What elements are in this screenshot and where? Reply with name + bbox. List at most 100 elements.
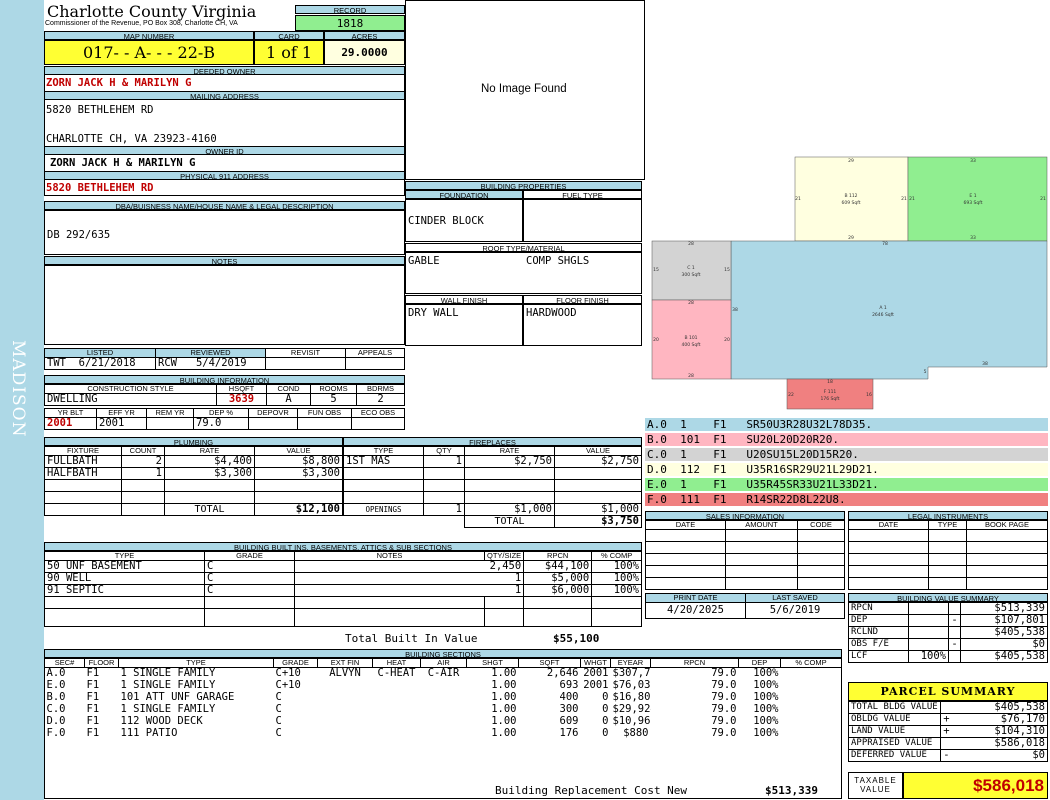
print-date-table: PRINT DATE LAST SAVED 4/20/2025 5/6/2019 — [645, 593, 845, 619]
section-floor: F1 — [86, 727, 100, 739]
section-grade: C+10 — [275, 679, 301, 691]
legal-instruments-table: DATE TYPE BOOK PAGE — [848, 520, 1048, 590]
sketch-dim: 29 — [848, 235, 854, 241]
section-ext-fin — [318, 692, 373, 704]
photo-placeholder: No Image Found — [405, 0, 645, 180]
sketch-area: 300 Sqft — [681, 272, 700, 278]
section-air — [421, 704, 467, 716]
section-eyear: $10,961 — [612, 715, 651, 727]
building-properties-label: BUILDING PROPERTIES — [405, 181, 642, 190]
no-image-text: No Image Found — [481, 83, 567, 95]
fixture: FULLBATH — [44, 455, 122, 468]
col-fp-rate: RATE — [464, 446, 555, 456]
roof-type: GABLE — [408, 255, 440, 267]
record-label: RECORD — [295, 5, 405, 14]
section-rpcn: 79.0 — [711, 715, 737, 727]
deeded-owner: ZORN JACK H & MARILYN G — [46, 77, 192, 89]
col-floor: FLOOR — [84, 658, 119, 668]
sketch-dim: 21 — [1040, 196, 1046, 202]
summary-sign: - — [948, 638, 961, 651]
value: $8,800 — [254, 455, 343, 468]
parcel-value: $76,170 — [952, 713, 1049, 726]
col-funobs: FUN OBS — [297, 408, 352, 418]
col-fp-qty: QTY — [423, 446, 465, 456]
section-whgt: 0 — [602, 727, 609, 739]
table-row: OBS F/E - $0 — [848, 638, 1048, 651]
section-ext-fin — [318, 728, 373, 740]
sketch-dim: 38 — [982, 361, 988, 367]
bdrms: 2 — [356, 393, 405, 406]
col-fp-value: VALUE — [554, 446, 642, 456]
section-sec-: B.0 — [46, 691, 66, 703]
sketch-segment: E.0 1 F1 U35R45SR33U21L33D21. — [645, 478, 1048, 492]
mailing-address-label: MAILING ADDRESS — [44, 91, 405, 100]
notes-box — [44, 265, 405, 345]
section-dep: 100% — [753, 715, 779, 727]
floor-finish-label: FLOOR FINISH — [523, 295, 642, 304]
sketch-segment: F.0 111 F1 R14SR22D8L22U8. — [645, 493, 1048, 507]
summary-value: $513,339 — [960, 602, 1048, 615]
section-eyear: $16,800 — [612, 691, 651, 703]
col-cond: COND — [266, 384, 311, 394]
sketch-label: E 1 — [969, 193, 976, 199]
table-row: C.0 F1 1 SINGLE FAMILY C 1.00 300 0$29,924 79.0… — [45, 704, 842, 716]
sketch-label: B 112 — [844, 193, 857, 199]
summary-label: OBS F/E — [848, 638, 909, 651]
section-sec-: F.0 — [46, 727, 66, 739]
wall-finish: DRY WALL — [408, 307, 459, 319]
table-row: B.0 F1 101 ATT UNF GARAGE C 1.00 400 0$16,800 7… — [45, 692, 842, 704]
fp-rate: $2,750 — [464, 455, 555, 468]
depreciation: 79.0 — [193, 417, 249, 430]
fireplaces-total-label: TOTAL — [464, 515, 555, 528]
section-shgt: 1.00 — [491, 703, 517, 715]
parcel-sign — [939, 737, 953, 750]
builtins-label: BUILDING BUILT INS, BASEMENTS, ATTICS & … — [44, 542, 642, 551]
section-type: 101 ATT UNF GARAGE — [120, 691, 235, 703]
hsqft: 3639 — [216, 393, 267, 406]
summary-factor: 100% — [908, 650, 949, 663]
summary-factor — [908, 602, 949, 615]
bi-type: 50 UNF BASEMENT — [44, 560, 205, 573]
parcel-label: APPRAISED VALUE — [848, 737, 941, 750]
col-yrblt: YR BLT — [44, 408, 97, 418]
building-info-label: BUILDING INFORMATION — [44, 375, 405, 384]
section-sec-: C.0 — [46, 703, 66, 715]
sketch-dim: 28 — [688, 373, 694, 379]
roof-material: COMP SHGLS — [526, 255, 590, 267]
parcel-sign — [939, 701, 953, 714]
col-rpcn: RPCN — [650, 658, 739, 668]
summary-sign — [948, 626, 961, 639]
listing-table: LISTED REVIEWED REVISIT APPEALS TWT 6/21/20… — [44, 348, 405, 370]
taxable-value: $586,018 — [903, 772, 1048, 799]
section-air — [421, 716, 467, 728]
section-sqft: 2,646 — [546, 667, 579, 680]
section-type: 111 PATIO — [120, 727, 178, 739]
section-grade: C+10 — [275, 667, 301, 680]
bi-rpcn: $44,100 — [523, 560, 593, 573]
col-sqft: SQFT — [518, 658, 581, 668]
plumbing-table: FIXTURE COUNT RATE VALUE FULLBATH 2 $4,400 $8,… — [44, 446, 343, 516]
year-built: 2001 — [44, 417, 97, 430]
parcel-value: $0 — [952, 749, 1049, 762]
col-sale-code: CODE — [797, 520, 845, 530]
section-sec-: A.0 — [46, 667, 66, 680]
sketch-dim: 28 — [688, 300, 694, 306]
col-bi-notes: NOTES — [294, 551, 485, 561]
col-ecoobs: ECO OBS — [351, 408, 405, 418]
sketch-dim: 18 — [827, 379, 833, 385]
sketch-dim: 21 — [909, 196, 915, 202]
summary-factor — [908, 626, 949, 639]
section-heat — [373, 716, 421, 728]
summary-value: $0 — [960, 638, 1048, 651]
col-dep: DEP % — [193, 408, 249, 418]
col-remyr: REM YR — [146, 408, 194, 418]
col-bi-comp: % COMP — [591, 551, 642, 561]
col-bdrms: BDRMS — [356, 384, 405, 394]
table-row: A.0 F1 1 SINGLE FAMILY C+10 ALVYN C-HEAT C-AIR… — [45, 668, 842, 680]
mailing-line2: CHARLOTTE CH, VA 23923-4160 — [46, 133, 217, 145]
reviewed-by: RCW — [158, 357, 177, 369]
section-air — [421, 680, 467, 692]
section-eyear: $29,924 — [612, 703, 651, 715]
sketch-dim: 29 — [848, 158, 854, 164]
section-sqft: 176 — [559, 727, 579, 739]
